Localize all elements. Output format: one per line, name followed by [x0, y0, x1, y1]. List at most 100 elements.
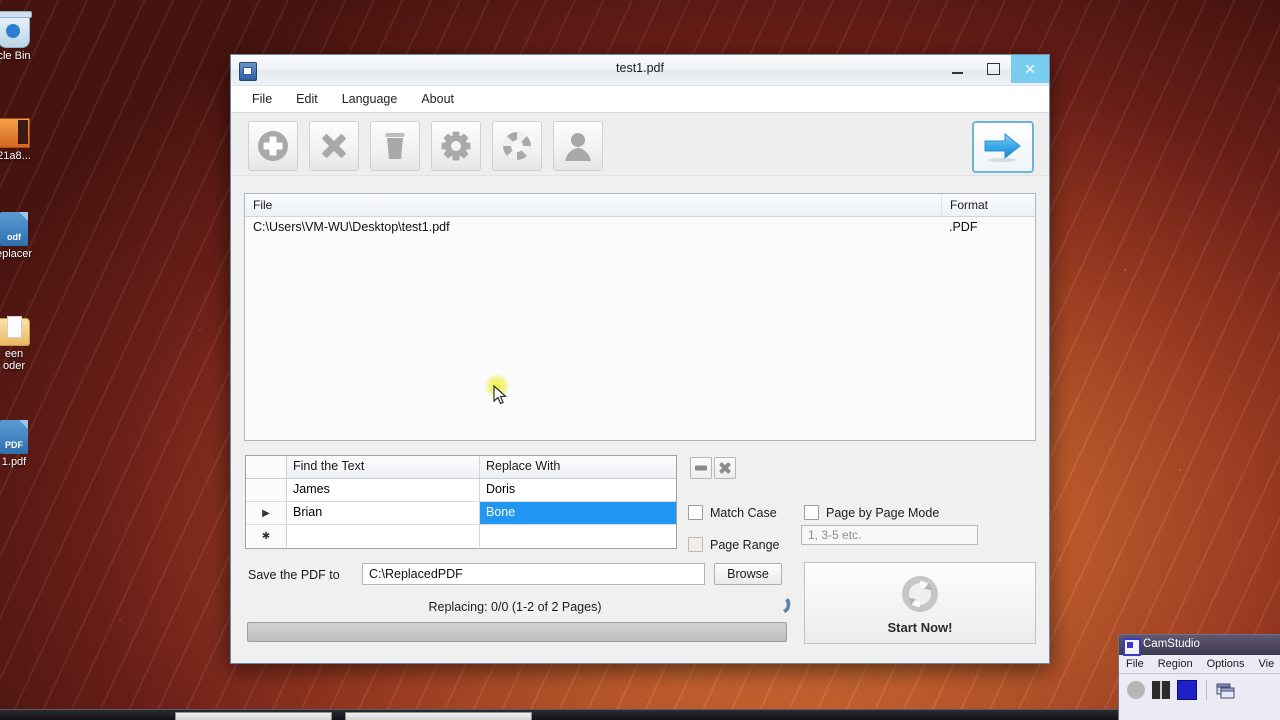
user-icon [565, 133, 591, 161]
main-toolbar [231, 113, 1049, 176]
match-case-label: Match Case [710, 505, 777, 520]
clear-rows-button[interactable] [714, 457, 736, 479]
pdf-file-icon: PDF [0, 420, 28, 454]
toolbar-divider [1206, 680, 1207, 700]
status-text: Replacing: 0/0 (1-2 of 2 Pages) [428, 600, 602, 614]
progress-bar [247, 622, 787, 642]
cross-icon [322, 134, 346, 158]
find-text-cell[interactable]: Brian [287, 502, 480, 524]
row-marker-current[interactable]: ▶ [246, 502, 287, 524]
desktop-icon-label: 21a8... [0, 150, 31, 162]
taskbar-item[interactable] [175, 712, 332, 720]
camstudio-menu-options[interactable]: Options [1200, 658, 1252, 670]
file-list-header: File Format [245, 194, 1035, 217]
window-title: test1.pdf [616, 61, 664, 75]
replace-text-cell[interactable] [480, 525, 676, 547]
pdf-file-icon: odf [0, 212, 28, 246]
lifebuoy-icon [503, 132, 531, 160]
match-case-checkbox[interactable] [688, 505, 703, 520]
taskbar-item[interactable] [345, 712, 532, 720]
loading-spinner-icon [774, 595, 796, 617]
desktop-icon-recycle-bin[interactable]: cle Bin [0, 11, 50, 62]
replacement-grid[interactable]: Find the Text Replace With James Doris ▶… [245, 455, 677, 549]
settings-button[interactable] [431, 121, 481, 171]
help-button[interactable] [492, 121, 542, 171]
stop-square-icon[interactable] [1177, 680, 1197, 700]
mouse-cursor [493, 385, 507, 405]
file-list[interactable]: File Format C:\Users\VM-WU\Desktop\test1… [244, 193, 1036, 441]
save-path-input[interactable]: C:\ReplacedPDF [362, 563, 705, 585]
file-list-row[interactable]: C:\Users\VM-WU\Desktop\test1.pdf .PDF [245, 217, 1035, 239]
account-button[interactable] [553, 121, 603, 171]
grid-new-row[interactable]: ✱ [246, 525, 676, 547]
menu-item-about[interactable]: About [412, 89, 463, 109]
taskbar[interactable] [0, 709, 1280, 720]
desktop-icon-label: een oder [2, 348, 26, 372]
camstudio-title: CamStudio [1143, 638, 1200, 650]
desktop-icon-label: eplacer [0, 248, 33, 260]
record-circle-icon[interactable] [1127, 681, 1145, 699]
minimize-button[interactable] [939, 55, 975, 83]
page-range-label: Page Range [710, 537, 780, 552]
desktop-background: cle Bin 21a8... odf eplacer een oder PDF… [0, 0, 1280, 720]
minimize-icon [951, 71, 963, 74]
row-marker-new[interactable]: ✱ [246, 525, 287, 547]
grid-row[interactable]: ▶ Brian Bone [246, 502, 676, 525]
row-marker[interactable] [246, 479, 287, 501]
menubar[interactable]: File Edit Language About [231, 86, 1049, 113]
go-button[interactable] [972, 121, 1034, 173]
grid-corner-cell [246, 456, 287, 478]
close-button[interactable]: ✕ [1011, 55, 1049, 83]
remove-file-button[interactable] [309, 121, 359, 171]
refresh-circle-icon [902, 575, 938, 612]
camstudio-menu-view[interactable]: Vie [1252, 658, 1280, 670]
remove-row-button[interactable] [690, 457, 712, 479]
desktop-icon-image-file[interactable]: 21a8... [0, 118, 50, 162]
find-text-cell[interactable]: James [287, 479, 480, 501]
cross-box-icon [719, 462, 731, 474]
replace-text-cell-selected[interactable]: Bone [480, 502, 676, 524]
column-header-file[interactable]: File [245, 194, 942, 216]
desktop-icon-screen-recorder[interactable]: een oder [0, 316, 50, 372]
start-now-label: Start Now! [887, 619, 953, 635]
column-header-format[interactable]: Format [942, 194, 1035, 216]
replace-text-cell[interactable]: Doris [480, 479, 676, 501]
page-by-page-label: Page by Page Mode [826, 505, 940, 520]
menubar-filler [718, 86, 1049, 112]
window-titlebar[interactable]: test1.pdf ✕ [231, 55, 1049, 86]
maximize-icon [986, 63, 1000, 75]
window-icon[interactable] [1216, 682, 1236, 699]
camstudio-menu-file[interactable]: File [1119, 658, 1151, 670]
close-icon: ✕ [1024, 60, 1036, 77]
camstudio-titlebar[interactable]: CamStudio [1119, 635, 1280, 656]
pause-icon[interactable] [1152, 681, 1170, 699]
page-by-page-option[interactable]: Page by Page Mode [804, 505, 939, 520]
camstudio-menu-region[interactable]: Region [1151, 658, 1200, 670]
desktop-icon-pdf-replacer[interactable]: odf eplacer [0, 212, 50, 260]
page-range-option[interactable]: Page Range [688, 537, 780, 552]
column-header-find[interactable]: Find the Text [287, 456, 480, 478]
trash-icon [385, 133, 405, 159]
clear-list-button[interactable] [370, 121, 420, 171]
menu-item-edit[interactable]: Edit [287, 89, 327, 109]
add-files-button[interactable] [248, 121, 298, 171]
match-case-option[interactable]: Match Case [688, 505, 777, 520]
desktop-icon-test1-pdf[interactable]: PDF 1.pdf [0, 420, 50, 468]
camstudio-menubar[interactable]: File Region Options Vie [1119, 655, 1280, 674]
column-header-replace[interactable]: Replace With [480, 456, 676, 478]
pdf-icon-tag: odf [7, 232, 21, 242]
maximize-button[interactable] [975, 55, 1011, 83]
page-by-page-checkbox[interactable] [804, 505, 819, 520]
menu-item-language[interactable]: Language [333, 89, 407, 109]
desktop-icon-label: cle Bin [0, 50, 31, 62]
menu-item-file[interactable]: File [243, 89, 281, 109]
find-text-cell[interactable] [287, 525, 480, 547]
page-range-checkbox[interactable] [688, 537, 703, 552]
page-range-input[interactable]: 1, 3-5 etc. [801, 525, 978, 545]
desktop-icon-label: 1.pdf [1, 456, 27, 468]
grid-row[interactable]: James Doris [246, 479, 676, 502]
browse-button[interactable]: Browse [714, 563, 782, 585]
start-now-button[interactable]: Start Now! [804, 562, 1036, 644]
file-format-cell: .PDF [949, 220, 978, 234]
gear-icon [441, 131, 471, 161]
